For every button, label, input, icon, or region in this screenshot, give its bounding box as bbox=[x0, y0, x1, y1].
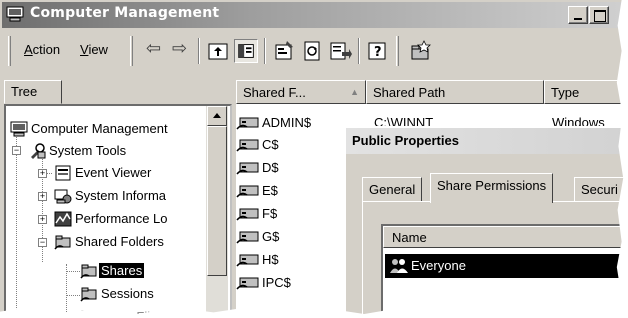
event-viewer-icon bbox=[55, 165, 71, 181]
show-hide-tree-icon[interactable] bbox=[234, 39, 258, 63]
collapse-toggle-system-tools[interactable]: − bbox=[12, 146, 21, 155]
window-title: Computer Management bbox=[30, 5, 220, 21]
shared-drive-icon bbox=[236, 254, 259, 267]
share-name: H$ bbox=[262, 252, 279, 267]
column-header-type[interactable]: Type bbox=[544, 80, 628, 104]
performance-icon bbox=[54, 211, 72, 227]
tree-pane[interactable]: Computer Management − System Tools + Eve… bbox=[4, 104, 232, 318]
action-menu-mnemonic: A bbox=[24, 42, 33, 57]
tab-security[interactable]: Securi bbox=[574, 177, 625, 201]
properties-icon[interactable] bbox=[272, 39, 296, 63]
shared-drive-icon bbox=[236, 185, 259, 198]
scrollbar-thumb[interactable] bbox=[207, 126, 227, 276]
maximize-button[interactable] bbox=[589, 6, 609, 24]
expand-toggle-performance-logs[interactable]: + bbox=[38, 215, 47, 224]
system-info-icon bbox=[54, 189, 72, 204]
toolbar-grip-3[interactable] bbox=[396, 36, 399, 66]
column-header-label: Type bbox=[551, 85, 580, 100]
up-one-level-icon[interactable] bbox=[206, 39, 230, 63]
public-properties-dialog: Public Properties General Share Permissi… bbox=[344, 126, 628, 318]
tab-general[interactable]: General bbox=[362, 177, 423, 201]
column-header-label: Shared Path bbox=[373, 85, 446, 100]
toolbar-grip-2[interactable] bbox=[130, 36, 133, 66]
column-header-label: Shared F... bbox=[243, 85, 306, 100]
view-menu-label: iew bbox=[88, 42, 108, 57]
shared-drive-icon bbox=[236, 139, 259, 152]
permission-entry-everyone[interactable]: Everyone bbox=[385, 254, 628, 278]
tree-item-label: Computer Management bbox=[31, 121, 168, 136]
tree-item-label: Performance Lo bbox=[75, 211, 168, 226]
column-header-name[interactable]: Name bbox=[383, 226, 628, 248]
column-header-shared-folder[interactable]: Shared F... ▲ bbox=[236, 80, 366, 104]
share-name: E$ bbox=[262, 183, 278, 198]
share-name: D$ bbox=[262, 160, 279, 175]
scroll-up-arrow-icon[interactable] bbox=[207, 106, 227, 126]
tree-connector bbox=[66, 271, 80, 272]
tab-tree-label: Tree bbox=[11, 84, 38, 99]
tree-vertical-scrollbar[interactable] bbox=[206, 106, 228, 316]
permission-entry-label: Everyone bbox=[411, 258, 466, 273]
share-permissions-panel: Name Everyone bbox=[362, 201, 628, 318]
shared-drive-icon bbox=[236, 231, 259, 244]
tab-label: General bbox=[369, 182, 416, 197]
title-bar[interactable]: Computer Management bbox=[2, 2, 626, 28]
view-menu[interactable]: View bbox=[80, 42, 108, 57]
shared-drive-icon bbox=[236, 208, 259, 221]
shared-drive-icon bbox=[236, 117, 259, 130]
action-menu-label: ction bbox=[32, 42, 61, 57]
column-header-shared-path[interactable]: Shared Path bbox=[366, 80, 544, 104]
computer-icon bbox=[10, 121, 28, 137]
svg-text:?: ? bbox=[374, 45, 382, 60]
shared-drive-icon bbox=[236, 277, 259, 290]
toolbar-grip[interactable] bbox=[8, 36, 11, 66]
tree-item-label: System Tools bbox=[49, 143, 127, 158]
tab-label: Securi bbox=[581, 182, 618, 197]
back-arrow-icon[interactable]: ⇦ bbox=[146, 38, 161, 59]
tab-share-permissions[interactable]: Share Permissions bbox=[430, 173, 554, 203]
export-list-icon[interactable] bbox=[328, 39, 352, 63]
column-header-label: Name bbox=[392, 230, 427, 245]
expand-toggle-event-viewer[interactable]: + bbox=[38, 169, 47, 178]
expand-toggle-system-information[interactable]: + bbox=[38, 192, 47, 201]
toolbar: Action View ⇦ ⇨ ? bbox=[2, 32, 626, 70]
computer-management-window: Computer Management Action View ⇦ ⇨ ? Tr… bbox=[0, 0, 628, 318]
forward-arrow-icon[interactable]: ⇨ bbox=[172, 38, 187, 59]
tree-connector bbox=[66, 295, 80, 296]
dialog-title: Public Properties bbox=[352, 133, 459, 148]
toolbar-separator bbox=[358, 38, 360, 64]
help-icon[interactable]: ? bbox=[366, 39, 390, 63]
shared-folder-icon bbox=[80, 264, 97, 279]
share-name: IPC$ bbox=[262, 275, 291, 290]
toolbar-separator bbox=[264, 38, 266, 64]
share-name: C$ bbox=[262, 137, 279, 152]
permissions-list[interactable]: Name Everyone bbox=[381, 224, 628, 318]
tab-tree[interactable]: Tree bbox=[4, 80, 62, 104]
tab-label: Share Permissions bbox=[437, 178, 547, 193]
toolbar-separator bbox=[198, 38, 200, 64]
new-share-icon[interactable] bbox=[408, 39, 432, 63]
tree-item-label: Sessions bbox=[101, 286, 154, 301]
shared-drive-icon bbox=[236, 162, 259, 175]
users-group-icon bbox=[390, 259, 408, 273]
action-menu[interactable]: Action bbox=[24, 42, 60, 57]
share-name: F$ bbox=[262, 206, 278, 221]
shared-folder-icon bbox=[54, 235, 71, 250]
sort-ascending-icon: ▲ bbox=[350, 87, 359, 97]
share-name: G$ bbox=[262, 229, 280, 244]
computer-management-icon bbox=[6, 6, 24, 22]
tools-icon bbox=[31, 143, 46, 159]
shared-folder-icon bbox=[80, 287, 97, 302]
dialog-title-bar[interactable]: Public Properties bbox=[346, 128, 628, 154]
tree-item-label: Shares bbox=[99, 263, 145, 278]
refresh-icon[interactable] bbox=[300, 39, 324, 63]
dialog-tabs: General Share Permissions Securi bbox=[362, 173, 628, 203]
collapse-toggle-shared-folders[interactable]: − bbox=[38, 238, 47, 247]
tree-item-label: Shared Folders bbox=[75, 234, 164, 249]
minimize-button[interactable] bbox=[568, 6, 588, 24]
share-name: ADMIN$ bbox=[262, 115, 312, 130]
tree-item-label: Event Viewer bbox=[75, 165, 152, 180]
tree-connector bbox=[16, 130, 17, 312]
tree-item-label: System Informa bbox=[75, 188, 167, 203]
